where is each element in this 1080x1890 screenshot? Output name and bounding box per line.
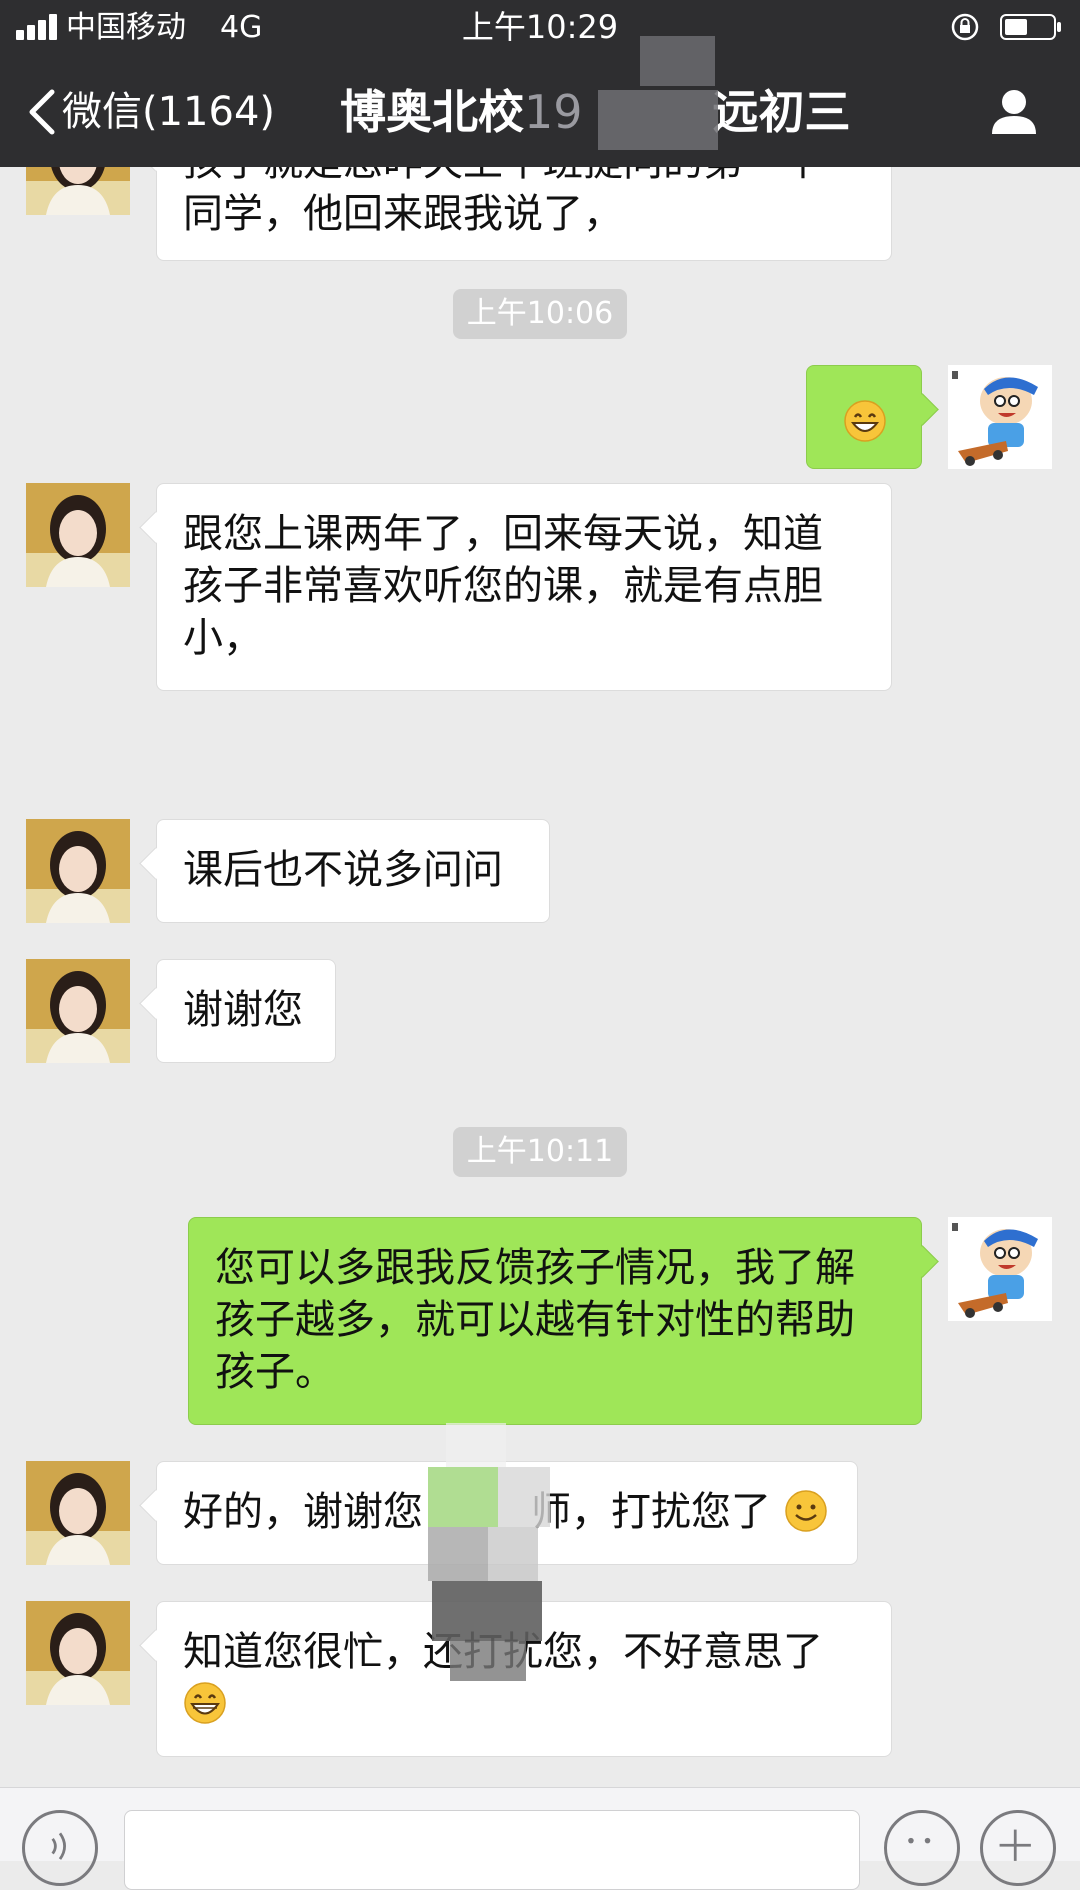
avatar-contact[interactable] [26,483,130,587]
plus-icon[interactable] [980,1810,1056,1886]
message-bubble-incoming[interactable]: 跟您上课两年了，回来每天说，知道 孩子非常喜欢听您的课，就是有点胆 小， [156,483,892,691]
back-button[interactable]: 微信(1164) [24,84,275,140]
message-bubble-incoming[interactable]: 谢谢您 [156,959,336,1063]
message-bubble-outgoing[interactable] [806,365,922,469]
chat-title-part: 博奥北校 [340,85,524,139]
header: 中国移动 4G 上午10:29 微信(1164) 博奥北校19 远初三 [0,0,1080,167]
status-bar: 中国移动 4G 上午10:29 [0,0,1080,56]
voice-waves-icon [51,1832,66,1860]
smile-emoji-icon [784,1490,827,1532]
message-input[interactable] [124,1810,860,1890]
emoji-icon[interactable] [884,1810,960,1886]
avatar-contact[interactable] [26,959,130,1063]
chat-title-part: 远初三 [712,85,851,139]
message-text: 您可以多跟我反馈孩子情况，我了解 孩子越多，就可以越有针对性的帮助 孩子。 [215,1245,855,1395]
blurred-region [640,36,715,86]
timestamp: 上午10:11 [0,1127,1080,1177]
message-bubble-incoming[interactable]: 课后也不说多问问 [156,819,550,923]
blurred-region [420,1423,560,1683]
battery-icon [1000,14,1061,40]
message-text: 孩子就是您昨天上午班提问的第一个同学，他回来跟我说了， [183,167,823,237]
chevron-left-icon [29,89,55,135]
input-bar [0,1787,1080,1890]
timestamp: 上午10:06 [0,289,1080,339]
plus-sign-icon [999,1829,1031,1861]
person-icon[interactable] [986,84,1042,140]
avatar-contact[interactable] [26,1461,130,1565]
message-text: 跟您上课两年了，回来每天说，知道 孩子非常喜欢听您的课，就是有点胆 小， [183,511,823,661]
avatar-self[interactable] [948,365,1052,469]
back-label: 微信(1164) [62,89,276,135]
emoji-face-icon [908,1837,931,1844]
grin-emoji-icon [844,400,886,442]
message-bubble-incoming[interactable]: 孩子就是您昨天上午班提问的第一个同学，他回来跟我说了， [156,167,892,261]
chat-area[interactable]: 孩子就是您昨天上午班提问的第一个同学，他回来跟我说了， 上午10:06 [0,167,1080,1787]
avatar-self[interactable] [948,1217,1052,1321]
voice-icon[interactable] [22,1810,98,1886]
avatar-contact[interactable] [26,819,130,923]
message-text: 谢谢您 [183,987,303,1033]
blurred-region [598,90,718,150]
chat-title-part: 19 [524,85,583,139]
avatar-contact[interactable] [26,1601,130,1705]
timestamp-text: 上午10:11 [452,1127,628,1177]
rotation-lock-icon [951,13,979,41]
message-text: 课后也不说多问问 [183,847,503,893]
timestamp-text: 上午10:06 [452,289,628,339]
message-bubble-outgoing[interactable]: 您可以多跟我反馈孩子情况，我了解 孩子越多，就可以越有针对性的帮助 孩子。 [188,1217,922,1425]
grin-emoji-icon [184,1682,226,1724]
status-time: 上午10:29 [461,8,619,46]
nav-bar: 微信(1164) 博奥北校19 远初三 [0,36,1080,167]
avatar-contact[interactable] [26,167,130,215]
